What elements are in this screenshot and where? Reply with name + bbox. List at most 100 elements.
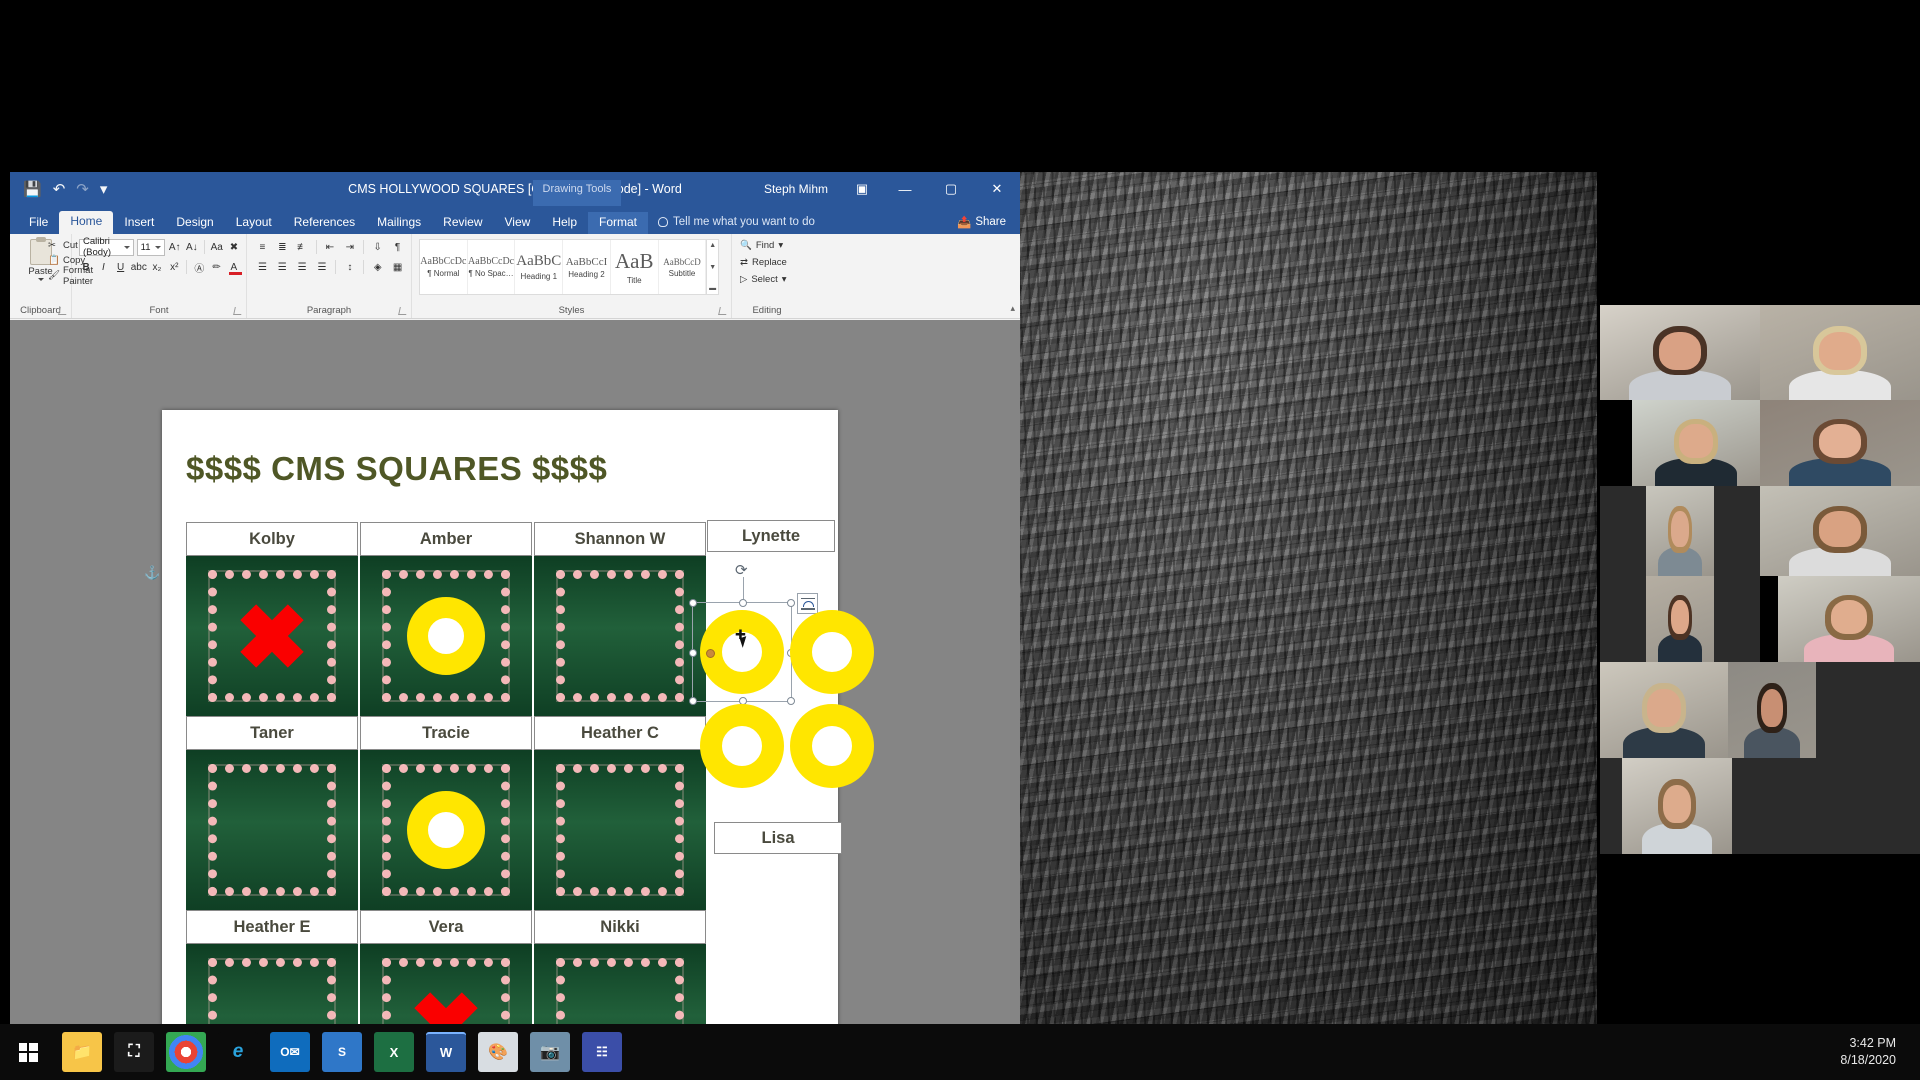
- scroll-up-icon[interactable]: ▲: [709, 242, 716, 249]
- taskbar-internet-explorer-icon[interactable]: e: [218, 1032, 258, 1072]
- chevron-down-icon[interactable]: [123, 245, 130, 249]
- participant-tile[interactable]: [1646, 486, 1714, 576]
- x-piece[interactable]: [749, 1012, 841, 1024]
- textbox-lisa[interactable]: Lisa: [714, 822, 842, 854]
- close-button[interactable]: ✕: [974, 172, 1020, 206]
- o-piece-selected[interactable]: ⟳ ✚: [689, 563, 818, 705]
- font-dialog-launcher[interactable]: [233, 307, 243, 315]
- player-name-box[interactable]: Heather C: [534, 716, 706, 750]
- share-button[interactable]: 📤 Share: [957, 215, 1006, 229]
- selection-box[interactable]: ⟳ ✚: [689, 563, 818, 705]
- taskbar-task-view-icon[interactable]: ⛶: [114, 1032, 154, 1072]
- borders-icon[interactable]: ▦: [389, 259, 406, 276]
- tell-me-box[interactable]: Tell me what you want to do: [648, 212, 825, 234]
- find-dropdown-icon[interactable]: ▾: [778, 240, 783, 251]
- player-name-box[interactable]: Vera: [360, 910, 532, 944]
- show-paragraph-marks-icon[interactable]: ¶: [389, 239, 406, 256]
- find-button[interactable]: 🔍 Find ▾: [737, 237, 797, 254]
- bold-icon[interactable]: B: [79, 259, 93, 276]
- align-left-icon[interactable]: ☰: [254, 259, 271, 276]
- more-styles-icon[interactable]: ▬: [709, 285, 716, 292]
- underline-icon[interactable]: U: [114, 259, 128, 276]
- square-board[interactable]: [534, 750, 706, 910]
- tab-review[interactable]: Review: [432, 212, 493, 234]
- o-shape[interactable]: [790, 704, 874, 788]
- square-board[interactable]: [186, 750, 358, 910]
- group-font[interactable]: Calibri (Body) 11 A↑ A↓ Aa ✖ B I U abc x…: [72, 234, 247, 318]
- text-effects-icon[interactable]: Ⓐ: [192, 259, 206, 276]
- styles-gallery[interactable]: AaBbCcDc ¶ Normal AaBbCcDc ¶ No Spac… Aa…: [419, 239, 719, 295]
- clipboard-dialog-launcher[interactable]: [58, 307, 68, 315]
- taskbar-outlook-icon[interactable]: O✉: [270, 1032, 310, 1072]
- tab-mailings[interactable]: Mailings: [366, 212, 432, 234]
- superscript-icon[interactable]: x²: [167, 259, 181, 276]
- ribbon-tab-strip[interactable]: File Home Insert Design Layout Reference…: [10, 206, 1020, 234]
- o-shape[interactable]: [407, 791, 485, 869]
- player-name-box[interactable]: Nikki: [534, 910, 706, 944]
- select-dropdown-icon[interactable]: ▾: [782, 274, 787, 285]
- maximize-button[interactable]: ▢: [928, 172, 974, 206]
- square-board[interactable]: [534, 556, 706, 716]
- x-shape[interactable]: [398, 976, 493, 1024]
- resize-handle-top-center[interactable]: [739, 599, 747, 607]
- group-editing[interactable]: 🔍 Find ▾ ⇄ Replace ▷ Select ▾ Editing: [732, 234, 802, 318]
- player-name-box[interactable]: Taner: [186, 716, 358, 750]
- document-canvas[interactable]: ⚓ $$$$ CMS SQUARES $$$$ Kolby Amber Shan…: [10, 320, 1020, 1024]
- textbox-lynette[interactable]: Lynette: [707, 520, 835, 552]
- group-clipboard[interactable]: Paste ✂ Cut 📋 Copy 🖌 Format Painter Clip…: [10, 234, 93, 318]
- participant-tile[interactable]: [1622, 758, 1732, 854]
- style-heading-1[interactable]: AaBbC Heading 1: [515, 240, 564, 294]
- o-piece[interactable]: [790, 610, 874, 694]
- taskbar-chrome-icon[interactable]: [166, 1032, 206, 1072]
- ribbon-body[interactable]: Paste ✂ Cut 📋 Copy 🖌 Format Painter Clip…: [10, 234, 1020, 319]
- square-cell-amber[interactable]: Amber: [360, 522, 532, 716]
- participant-tile[interactable]: [1646, 576, 1714, 662]
- square-cell-heather-c[interactable]: Heather C: [534, 716, 706, 910]
- mark-x[interactable]: [404, 982, 488, 1024]
- taskbar-photos-icon[interactable]: 📷: [530, 1032, 570, 1072]
- participant-tile[interactable]: [1632, 400, 1760, 486]
- strikethrough-icon[interactable]: abc: [131, 259, 147, 276]
- square-cell-heather-e[interactable]: Heather E: [186, 910, 358, 1024]
- clear-formatting-icon[interactable]: ✖: [227, 239, 241, 256]
- tab-insert[interactable]: Insert: [113, 212, 165, 234]
- save-icon[interactable]: 💾: [23, 182, 42, 197]
- change-case-icon[interactable]: Aa: [210, 239, 224, 256]
- square-board[interactable]: [360, 750, 532, 910]
- font-size-box[interactable]: 11: [136, 238, 165, 256]
- redo-icon[interactable]: ↷: [76, 182, 89, 197]
- participant-grid[interactable]: [1600, 305, 1920, 910]
- bullets-icon[interactable]: ≡: [254, 239, 271, 256]
- mark-o[interactable]: [407, 597, 485, 675]
- x-shape[interactable]: [224, 588, 319, 683]
- tab-layout[interactable]: Layout: [225, 212, 283, 234]
- x-shape[interactable]: [754, 1017, 828, 1024]
- square-cell-kolby[interactable]: Kolby: [186, 522, 358, 716]
- style-heading-2[interactable]: AaBbCcI Heading 2: [563, 240, 611, 294]
- taskbar-skype-icon[interactable]: S: [322, 1032, 362, 1072]
- justify-icon[interactable]: ☰: [314, 259, 331, 276]
- square-board[interactable]: [360, 556, 532, 716]
- resize-handle-bottom-left[interactable]: [689, 697, 697, 705]
- style-title[interactable]: AaB Title: [611, 240, 659, 294]
- square-cell-nikki[interactable]: Nikki: [534, 910, 706, 1024]
- group-styles[interactable]: AaBbCcDc ¶ Normal AaBbCcDc ¶ No Spac… Aa…: [412, 234, 732, 318]
- style-normal[interactable]: AaBbCcDc ¶ Normal: [420, 240, 468, 294]
- font-name-box[interactable]: Calibri (Body): [79, 236, 134, 258]
- square-cell-taner[interactable]: Taner: [186, 716, 358, 910]
- shrink-font-icon[interactable]: A↓: [185, 239, 199, 256]
- resize-handle-top-left[interactable]: [689, 599, 697, 607]
- participant-tile[interactable]: [1760, 486, 1920, 576]
- rotate-handle-icon[interactable]: ⟳: [735, 563, 751, 579]
- player-name-box[interactable]: Heather E: [186, 910, 358, 944]
- collapse-ribbon-icon[interactable]: ▴: [1010, 303, 1015, 314]
- o-shape[interactable]: [407, 597, 485, 675]
- player-name-box[interactable]: Amber: [360, 522, 532, 556]
- player-name-box[interactable]: Kolby: [186, 522, 358, 556]
- account-name[interactable]: Steph Mihm: [764, 182, 828, 196]
- window-controls[interactable]: Steph Mihm ▣ — ▢ ✕: [764, 172, 1020, 206]
- grow-font-icon[interactable]: A↑: [168, 239, 182, 256]
- taskbar-excel-icon[interactable]: X: [374, 1032, 414, 1072]
- styles-gallery-scroll[interactable]: ▲ ▼ ▬: [706, 240, 718, 294]
- group-paragraph[interactable]: ≡ ≣ ≢ ⇤ ⇥ ⇩ ¶ ☰ ☰ ☰ ☰ ↕ ◈ ▦ Paragraph: [247, 234, 412, 318]
